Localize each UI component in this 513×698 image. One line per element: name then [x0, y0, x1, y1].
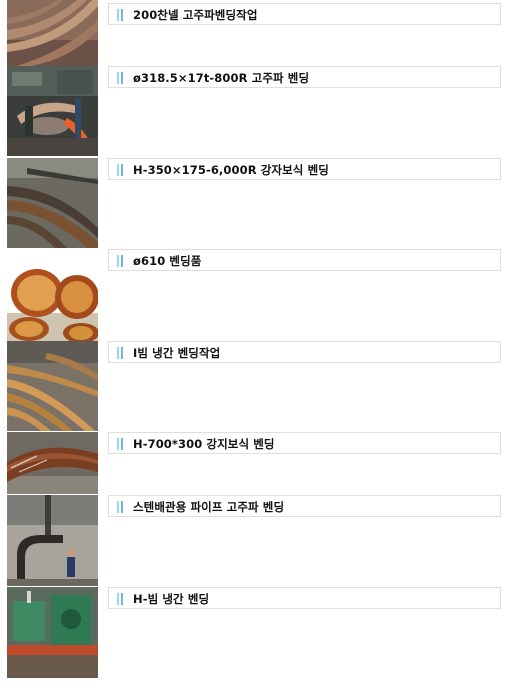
item-title-box: ø610 벤딩품 — [108, 249, 501, 271]
thumbnail-large-h-beam — [7, 432, 98, 494]
item-row: H-700*300 강지보식 벤딩 — [0, 432, 513, 494]
item-title-box: H-350×175-6,000R 강자보식 벤딩 — [108, 158, 501, 180]
item-row: I빔 냉간 벤딩작업 — [0, 341, 513, 431]
item-title: H-빔 냉간 벤딩 — [133, 592, 210, 606]
item-title-box: ø318.5×17t-800R 고주파 벤딩 — [108, 66, 501, 88]
thumbnail-bent-pipes — [7, 249, 98, 341]
bullet-bar-icon — [117, 438, 124, 450]
item-title-box: I빔 냉간 벤딩작업 — [108, 341, 501, 363]
bullet-bar-icon — [117, 347, 124, 359]
item-title: 200찬넬 고주파벤딩작업 — [133, 8, 258, 22]
bullet-bar-icon — [117, 593, 124, 605]
item-title-box: H-빔 냉간 벤딩 — [108, 587, 501, 609]
thumbnail-i-beams — [7, 341, 98, 431]
thumbnail-curved-h-beams — [7, 158, 98, 248]
item-title: H-350×175-6,000R 강자보식 벤딩 — [133, 163, 329, 177]
item-title: ø318.5×17t-800R 고주파 벤딩 — [133, 71, 310, 85]
bullet-bar-icon — [117, 501, 124, 513]
thumbnail-bending-machine — [7, 66, 98, 156]
item-row: 200찬넬 고주파벤딩작업 — [0, 0, 513, 66]
item-title-box: 200찬넬 고주파벤딩작업 — [108, 3, 501, 25]
bullet-bar-icon — [117, 255, 124, 267]
item-title-box: H-700*300 강지보식 벤딩 — [108, 432, 501, 454]
item-row: H-350×175-6,000R 강자보식 벤딩 — [0, 158, 513, 248]
item-title: 스텐배관용 파이프 고주파 벤딩 — [133, 500, 285, 514]
item-row: 스텐배관용 파이프 고주파 벤딩 — [0, 495, 513, 586]
item-title: H-700*300 강지보식 벤딩 — [133, 437, 275, 451]
item-row: H-빔 냉간 벤딩 — [0, 587, 513, 678]
bullet-bar-icon — [117, 72, 124, 84]
item-title-box: 스텐배관용 파이프 고주파 벤딩 — [108, 495, 501, 517]
bullet-bar-icon — [117, 164, 124, 176]
item-row: ø318.5×17t-800R 고주파 벤딩 — [0, 66, 513, 156]
thumbnail-bending-machine-green — [7, 587, 98, 678]
thumbnail-curved-channel-beams — [7, 0, 98, 66]
item-row: ø610 벤딩품 — [0, 249, 513, 341]
item-title: I빔 냉간 벤딩작업 — [133, 346, 221, 360]
thumbnail-stainless-pipe — [7, 495, 98, 586]
item-title: ø610 벤딩품 — [133, 254, 202, 268]
bullet-bar-icon — [117, 9, 124, 21]
